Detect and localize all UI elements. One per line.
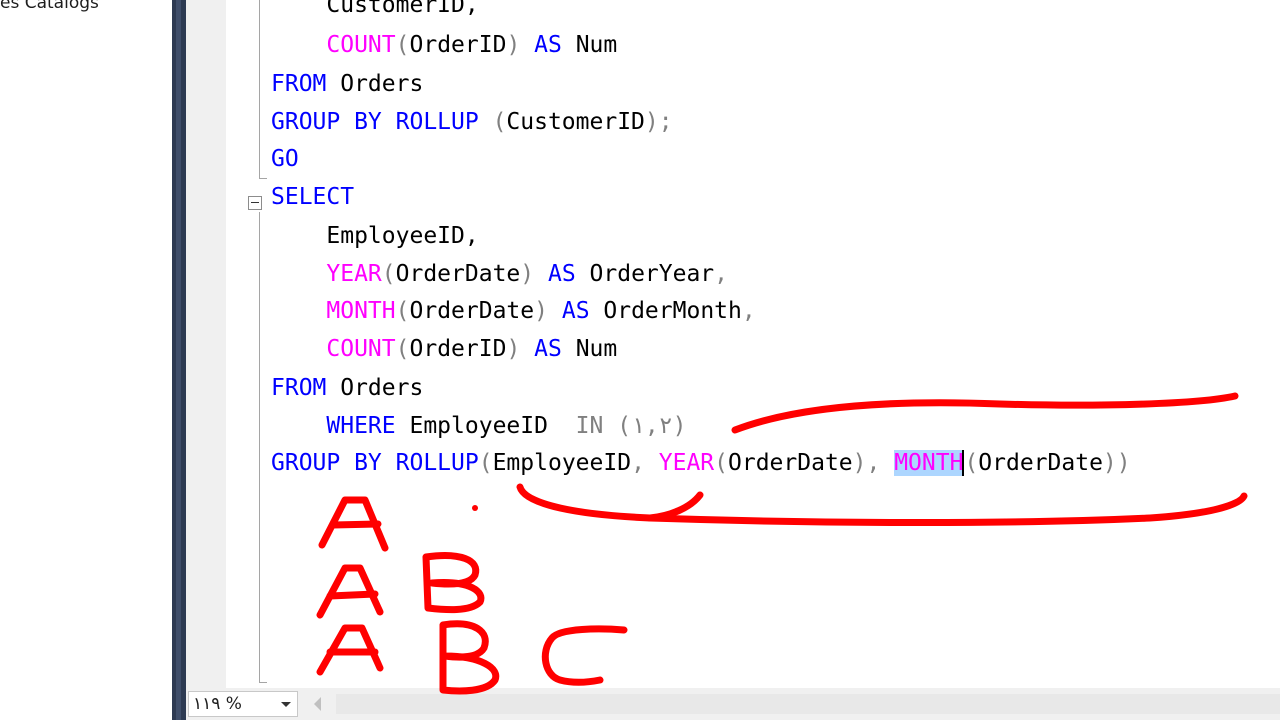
object-explorer-panel: es Catalogs [0,0,172,720]
code-token: ( [478,450,493,476]
code-token: , [631,450,659,476]
code-function-token: MONTH [326,298,396,324]
code-line[interactable]: GROUP BY ROLLUP(EmployeeID, YEAR(OrderDa… [271,450,1131,488]
editor-status-bar: ١١٩ % [186,688,1280,720]
code-line[interactable]: CustomerID, [271,0,479,30]
code-keyword-token: GO [271,146,299,172]
code-line[interactable]: FROM Orders [271,71,423,109]
code-token: OrderDate [395,261,521,287]
code-line[interactable]: FROM Orders [271,375,423,413]
code-function-token: YEAR [326,261,382,287]
code-function-token: MONTH [894,450,964,476]
collapse-select-block-icon[interactable] [248,196,262,210]
code-line[interactable]: YEAR(OrderDate) AS OrderYear, [271,261,728,299]
fold-guide-line [259,212,260,682]
zoom-level-value: ١١٩ % [193,694,242,714]
fold-guide-end [259,682,267,683]
code-keyword-token: WHERE [326,413,396,439]
code-line[interactable]: COUNT(OrderID) AS Num [271,32,617,70]
scroll-left-arrow-icon[interactable] [314,697,321,711]
code-keyword-token: SELECT [271,184,355,210]
code-token: OrderDate [409,298,535,324]
code-token: ( [395,298,410,324]
code-token: ), [852,450,895,476]
editor-margin [186,0,226,688]
code-token: Orders [326,71,424,97]
code-token: Orders [326,375,424,401]
code-line[interactable]: WHERE EmployeeID IN (١,٢) [271,413,686,451]
code-keyword-token: FROM [271,375,327,401]
code-token: OrderYear [575,261,715,287]
code-token: (١,٢) [603,413,687,439]
code-token: ) [520,261,535,287]
code-token: CustomerID, [271,0,479,18]
fold-guide-end [259,178,267,179]
code-token: ); [644,109,673,135]
explorer-node-catalogs[interactable]: es Catalogs [0,0,99,13]
code-token: ) [534,298,548,324]
code-token: Num [561,32,618,58]
code-token: ( [478,109,507,135]
code-line[interactable]: MONTH(OrderDate) AS OrderMonth, [271,298,756,336]
code-token: Num [561,336,618,362]
code-token: EmployeeID [395,413,576,439]
code-keyword-token: AS [561,298,590,324]
code-keyword-token: FROM [271,71,327,97]
zoom-level-dropdown[interactable]: ١١٩ % [188,691,298,717]
code-function-token: COUNT [326,336,396,362]
code-keyword-token: GROUP BY ROLLUP [271,109,479,135]
code-line[interactable]: GROUP BY ROLLUP (CustomerID); [271,109,673,147]
code-line[interactable]: GO [271,146,299,184]
chevron-down-icon[interactable] [281,702,291,707]
code-token: CustomerID [506,109,645,135]
code-token: , [714,261,729,287]
code-token: )) [1102,450,1131,476]
code-token: ( [381,261,396,287]
code-keyword-token: AS [534,336,562,362]
code-token: OrderDate [728,450,853,476]
change-tracking-bar [226,0,232,688]
code-token: ( [395,336,410,362]
code-keyword-token: GROUP BY ROLLUP [271,450,479,476]
code-keyword-token: AS [534,32,562,58]
code-token: OrderMonth [589,298,742,324]
code-token: ( [714,450,729,476]
code-line[interactable]: SELECT [271,184,354,222]
code-token: EmployeeID [492,450,632,476]
code-token: ( [962,450,979,476]
code-token: ) [506,336,521,362]
code-token: ) [506,32,521,58]
code-line[interactable]: COUNT(OrderID) AS Num [271,336,617,374]
horizontal-scrollbar[interactable] [336,694,1280,714]
code-token: EmployeeID, [271,223,479,249]
code-token: , [741,298,756,324]
panel-splitter[interactable] [172,0,186,720]
code-token: IN [575,413,604,439]
code-function-token: YEAR [658,450,715,476]
code-line[interactable]: EmployeeID, [271,223,479,261]
code-keyword-token: AS [547,261,576,287]
code-function-token: COUNT [326,32,396,58]
code-token: OrderID [409,32,507,58]
code-token: OrderID [409,336,507,362]
code-token: ( [395,32,410,58]
fold-guide-line [259,0,260,178]
code-token: OrderDate [978,450,1103,476]
